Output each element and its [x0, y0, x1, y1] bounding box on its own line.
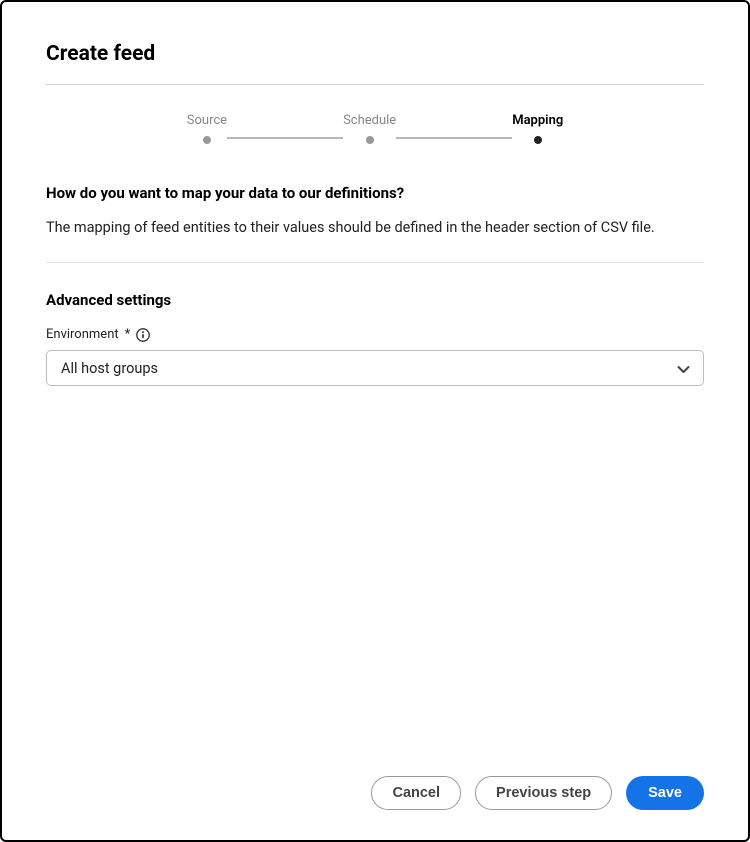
- divider: [46, 84, 704, 85]
- step-dot-icon: [203, 136, 211, 144]
- info-icon[interactable]: [136, 328, 150, 342]
- divider: [46, 262, 704, 263]
- step-source: Source: [187, 113, 227, 144]
- step-mapping: Mapping: [512, 113, 563, 144]
- environment-selected-value: All host groups: [61, 360, 158, 377]
- cancel-button[interactable]: Cancel: [371, 776, 461, 810]
- step-label: Mapping: [512, 113, 563, 128]
- step-dot-icon: [366, 136, 374, 144]
- step-dot-icon: [534, 136, 542, 144]
- step-label: Source: [187, 113, 227, 128]
- advanced-settings-heading: Advanced settings: [46, 291, 704, 309]
- step-connector: [396, 137, 512, 139]
- mapping-description: The mapping of feed entities to their va…: [46, 218, 704, 238]
- step-label: Schedule: [343, 113, 396, 128]
- step-schedule: Schedule: [343, 113, 396, 144]
- environment-label: Environment: [46, 327, 119, 342]
- environment-select[interactable]: All host groups: [46, 350, 704, 386]
- environment-select-wrap: All host groups: [46, 350, 704, 386]
- environment-label-row: Environment *: [46, 327, 704, 342]
- footer-actions: Cancel Previous step Save: [46, 756, 704, 810]
- mapping-question-heading: How do you want to map your data to our …: [46, 184, 704, 202]
- required-asterisk: *: [125, 327, 131, 342]
- previous-step-button[interactable]: Previous step: [475, 776, 612, 810]
- step-connector: [227, 137, 343, 139]
- stepper: Source Schedule Mapping: [46, 113, 704, 144]
- page-title: Create feed: [46, 42, 704, 66]
- save-button[interactable]: Save: [626, 776, 704, 810]
